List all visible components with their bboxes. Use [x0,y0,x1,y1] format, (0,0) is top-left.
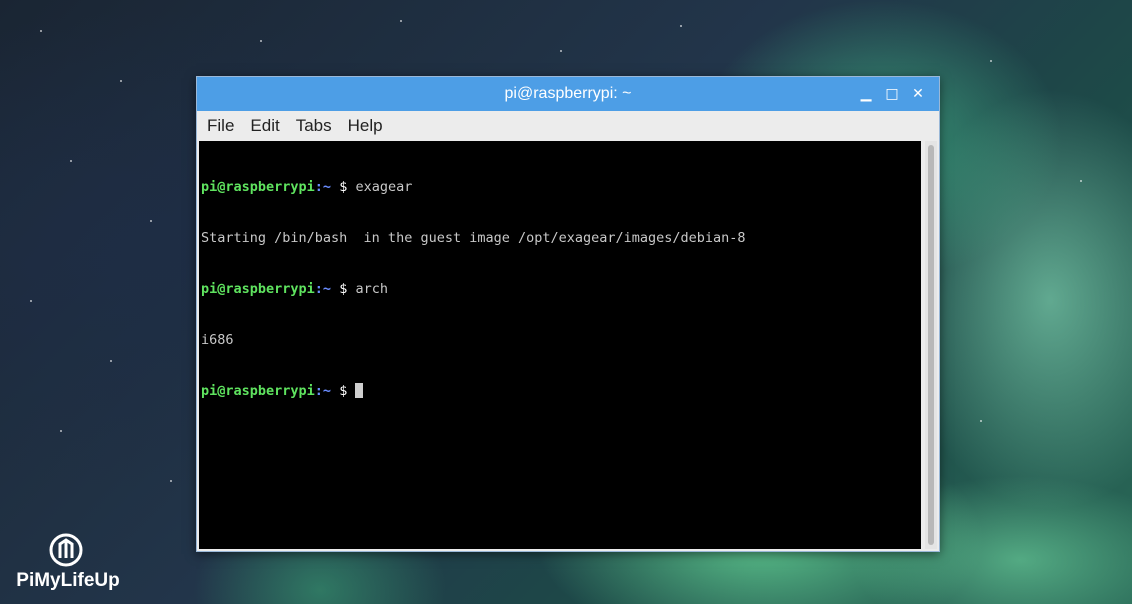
terminal-output[interactable]: pi@raspberrypi:~ $ exagear Starting /bin… [199,141,921,549]
prompt-sign: $ [331,281,356,297]
menu-bar: File Edit Tabs Help [197,111,939,141]
menu-help[interactable]: Help [342,116,389,136]
star [680,25,682,27]
menu-edit[interactable]: Edit [244,116,285,136]
menu-tabs[interactable]: Tabs [290,116,338,136]
maximize-button[interactable]: □ [881,83,903,105]
output-text: Starting /bin/bash in the guest image /o… [201,230,746,246]
watermark-logo: PiMyLifeUp [6,530,130,600]
prompt-user: pi@raspberrypi [201,281,315,297]
star [400,20,402,22]
prompt-path: :~ [314,179,332,195]
text-cursor [355,383,364,398]
terminal-line: i686 [201,332,921,349]
star [120,80,122,82]
terminal-line: Starting /bin/bash in the guest image /o… [201,230,921,247]
title-bar[interactable]: pi@raspberrypi: ~ ▁ □ ✕ [197,77,939,111]
star [60,430,62,432]
star [980,420,982,422]
prompt-sign: $ [331,179,356,195]
close-button[interactable]: ✕ [907,83,929,105]
prompt-user: pi@raspberrypi [201,179,315,195]
star [150,220,152,222]
window-controls: ▁ □ ✕ [851,83,929,105]
star [110,360,112,362]
window-title: pi@raspberrypi: ~ [504,85,632,102]
pimylifeup-logo-icon [49,533,83,567]
star [260,40,262,42]
star [990,60,992,62]
command-text: arch [355,281,388,297]
prompt-user: pi@raspberrypi [201,383,315,399]
terminal-line: pi@raspberrypi:~ $ exagear [201,179,921,196]
output-text: i686 [201,332,234,348]
vertical-scrollbar[interactable] [925,141,937,549]
star [560,50,562,52]
star [1080,180,1082,182]
terminal-line: pi@raspberrypi:~ $ arch [201,281,921,298]
terminal-window[interactable]: pi@raspberrypi: ~ ▁ □ ✕ File Edit Tabs H… [196,76,940,552]
prompt-path: :~ [314,383,332,399]
scrollbar-thumb[interactable] [928,145,934,545]
menu-file[interactable]: File [201,116,240,136]
command-text: exagear [355,179,413,195]
prompt-sign: $ [331,383,356,399]
star [170,480,172,482]
terminal-line: pi@raspberrypi:~ $ [201,383,921,400]
minimize-button[interactable]: ▁ [855,83,877,105]
star [70,160,72,162]
watermark-text: PiMyLifeUp [16,570,120,591]
prompt-path: :~ [314,281,332,297]
star [30,300,32,302]
star [40,30,42,32]
